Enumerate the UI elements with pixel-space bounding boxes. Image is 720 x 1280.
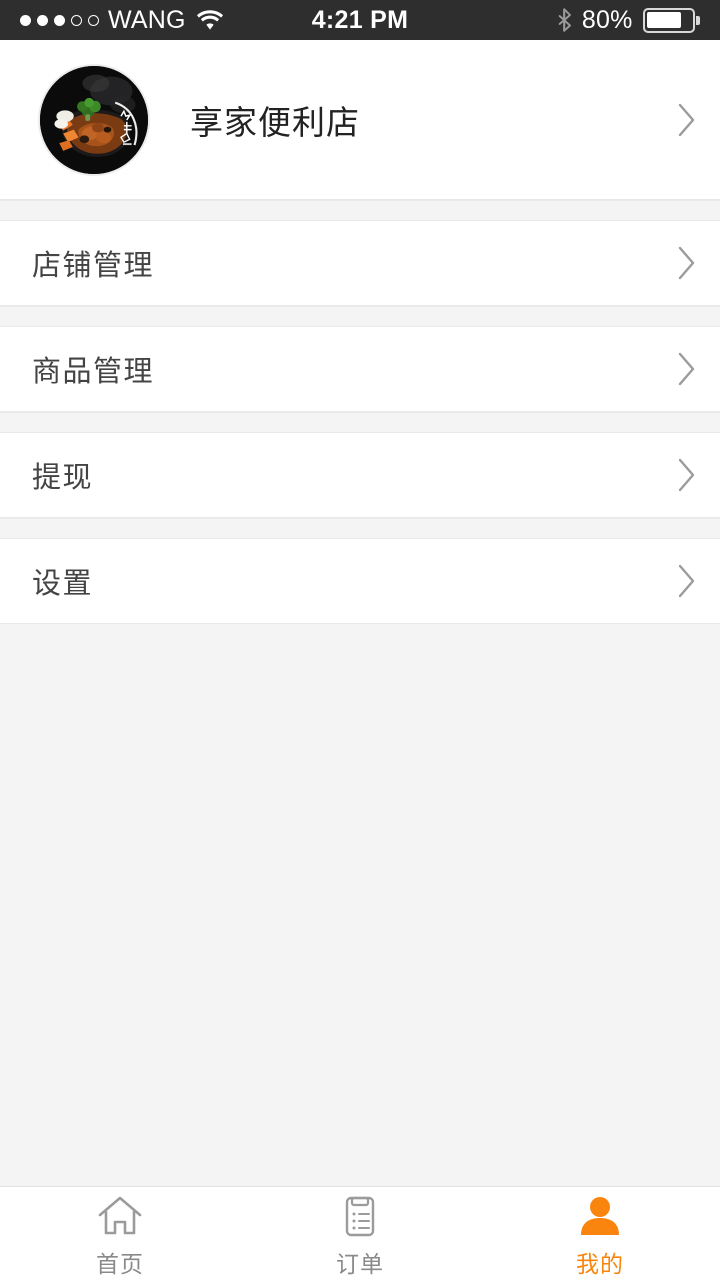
chevron-right-icon[interactable] [676, 102, 698, 138]
chevron-right-icon[interactable] [676, 563, 698, 599]
signal-dot-empty [88, 14, 99, 26]
battery-body [642, 7, 695, 33]
carrier-label: WANG [108, 5, 186, 34]
chevron-right-icon[interactable] [676, 245, 698, 281]
bluetooth-icon [558, 8, 572, 32]
section-gap [0, 200, 720, 221]
menu-item-product-management[interactable]: 商品管理 [0, 327, 720, 412]
section-gap [0, 518, 720, 539]
battery-cap [696, 15, 700, 25]
tab-orders[interactable]: 订单 [240, 1187, 480, 1280]
signal-dot-filled [54, 14, 65, 26]
home-icon [96, 1193, 144, 1239]
menu-item-label: 商品管理 [32, 356, 155, 388]
person-icon [576, 1193, 624, 1239]
shop-name-label: 享家便利店 [190, 103, 360, 141]
tab-home[interactable]: 首页 [0, 1187, 240, 1280]
empty-area [0, 624, 720, 1164]
clock-label: 4:21 PM [311, 5, 409, 34]
clipboard-list-icon [336, 1193, 384, 1239]
app-screen: WANG 4:21 PM 80% 享家便利店 店铺管理 商品管理 提现 设置 首… [0, 0, 720, 1280]
shop-profile-row[interactable]: 享家便利店 [0, 40, 720, 200]
status-bar-left: WANG [20, 5, 224, 34]
tab-mine[interactable]: 我的 [480, 1187, 720, 1280]
signal-strength-dots [20, 14, 99, 26]
chevron-right-icon[interactable] [676, 457, 698, 493]
battery-fill [647, 12, 682, 28]
page-content: 享家便利店 店铺管理 商品管理 提现 设置 [0, 40, 720, 1186]
status-bar-right: 80% [558, 6, 700, 35]
menu-item-withdraw[interactable]: 提现 [0, 433, 720, 518]
battery-percent-label: 80% [581, 5, 633, 34]
tab-label: 我的 [576, 1250, 624, 1277]
menu-item-label: 店铺管理 [32, 250, 155, 282]
shop-avatar-food-photo[interactable] [38, 63, 150, 176]
battery-icon [642, 7, 700, 33]
tab-label: 首页 [96, 1250, 144, 1277]
signal-dot-filled [20, 14, 31, 26]
menu-item-label: 设置 [32, 568, 94, 600]
chevron-right-icon[interactable] [676, 351, 698, 387]
wifi-icon [196, 9, 224, 31]
menu-item-settings[interactable]: 设置 [0, 539, 720, 624]
tab-label: 订单 [336, 1250, 384, 1277]
menu-item-store-management[interactable]: 店铺管理 [0, 221, 720, 306]
menu-item-label: 提现 [32, 462, 94, 494]
status-bar: WANG 4:21 PM 80% [0, 0, 720, 40]
signal-dot-empty [71, 14, 82, 26]
section-gap [0, 306, 720, 327]
bottom-tab-bar: 首页 订单 我的 [0, 1186, 720, 1280]
signal-dot-filled [37, 14, 48, 26]
section-gap [0, 412, 720, 433]
